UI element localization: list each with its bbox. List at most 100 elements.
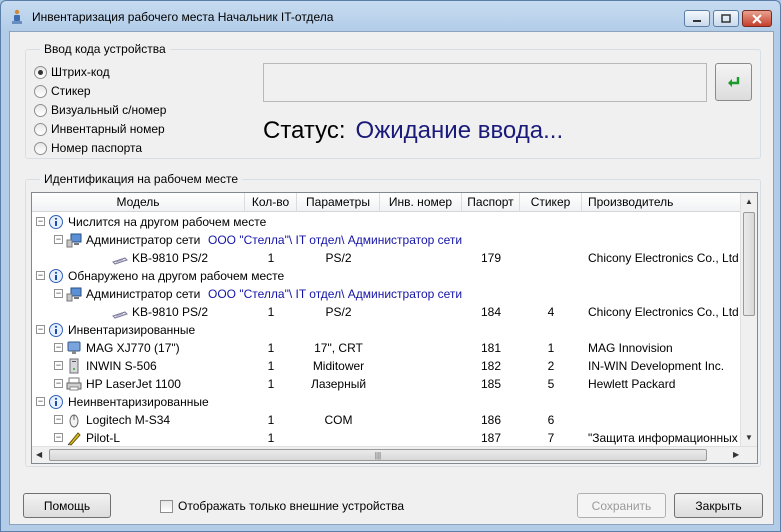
table-row[interactable]: KB-9810 PS/2 1 PS/2 184 4 Chicony Electronics…: [32, 303, 746, 321]
radio-indicator[interactable]: [34, 103, 47, 117]
tree-header: Модель Кол-во Параметры Инв. номер Паспо…: [32, 193, 746, 212]
cell-sticker: 2: [547, 359, 555, 373]
cell-vendor: "Защита информационных ...: [588, 431, 746, 445]
device-code-group: Ввод кода устройства Штрих-код Стикер Ви…: [25, 42, 761, 159]
cell-params: PS/2: [325, 251, 352, 265]
collapse-toggle-icon[interactable]: −: [54, 415, 63, 424]
status-label: Статус:: [263, 117, 346, 144]
col-header-inventory[interactable]: Инв. номер: [380, 193, 462, 212]
info-icon: [49, 215, 63, 229]
system-unit-icon: [69, 358, 79, 374]
col-header-model[interactable]: Модель: [32, 193, 245, 212]
tree-group-row[interactable]: − Обнаружено на другом рабочем месте: [32, 267, 746, 285]
horizontal-scroll-thumb[interactable]: |||: [49, 449, 707, 461]
collapse-toggle-icon[interactable]: −: [36, 325, 45, 334]
cell-passport: 179: [480, 251, 502, 265]
radio-indicator[interactable]: [34, 141, 47, 155]
title-bar[interactable]: Инвентаризация рабочего места Начальник …: [1, 1, 780, 31]
table-row[interactable]: − HP LaserJet 1100 1 Лазерный 185 5 Hewlett Pa…: [32, 375, 746, 393]
cell-workplace-path[interactable]: ООО "Стелла"\ IT отдел\ Администратор се…: [208, 233, 462, 247]
table-row[interactable]: − Pilot-L 1 187 7 "Защита информационных ...: [32, 429, 746, 447]
horizontal-scrollbar[interactable]: ◀ ||| ▶: [32, 446, 757, 463]
cell-qty: 1: [267, 377, 275, 391]
radio-indicator[interactable]: [34, 122, 47, 136]
collapse-toggle-icon[interactable]: −: [54, 361, 63, 370]
keyboard-icon: [112, 257, 128, 265]
status-line: Статус: Ожидание ввода...: [263, 117, 563, 145]
collapse-toggle-icon[interactable]: −: [36, 217, 45, 226]
scroll-up-icon[interactable]: ▲: [745, 197, 753, 206]
col-header-params[interactable]: Параметры: [297, 193, 380, 212]
monitor-icon: [67, 341, 81, 354]
cell-params: COM: [324, 413, 353, 427]
table-row[interactable]: KB-9810 PS/2 1 PS/2 179 Chicony Electronics …: [32, 249, 746, 267]
external-only-label: Отображать только внешние устройства: [178, 499, 404, 513]
vertical-scrollbar[interactable]: ▲ ▼: [740, 193, 757, 446]
collapse-toggle-icon[interactable]: −: [54, 289, 63, 298]
table-row[interactable]: − MAG XJ770 (17") 1 17", CRT 181 1 MAG Innovis…: [32, 339, 746, 357]
radio-inventory-number[interactable]: Инвентарный номер: [34, 122, 165, 136]
collapse-toggle-icon[interactable]: −: [54, 235, 63, 244]
scroll-left-icon[interactable]: ◀: [36, 450, 42, 459]
cell-model: Неинвентаризированные: [68, 395, 209, 409]
vertical-scroll-thumb[interactable]: [743, 212, 755, 316]
radio-indicator[interactable]: [34, 65, 47, 79]
tree-group-row[interactable]: − Инвентаризированные: [32, 321, 746, 339]
main-window: Инвентаризация рабочего места Начальник …: [0, 0, 781, 532]
external-only-checkbox[interactable]: Отображать только внешние устройства: [160, 499, 404, 513]
cell-model: INWIN S-506: [86, 359, 157, 373]
radio-passport-number[interactable]: Номер паспорта: [34, 141, 142, 155]
cell-sticker: 7: [547, 431, 555, 445]
tree-group-row[interactable]: − Неинвентаризированные: [32, 393, 746, 411]
code-input[interactable]: [263, 63, 707, 102]
cell-sticker: 1: [547, 341, 555, 355]
close-button[interactable]: Закрыть: [674, 493, 763, 518]
cell-passport: 181: [480, 341, 502, 355]
table-row[interactable]: − Администратор сети ООО "Стелла"\ IT отде…: [32, 285, 746, 303]
table-row[interactable]: − Администратор сети ООО "Стелла"\ IT отде…: [32, 231, 746, 249]
collapse-toggle-icon[interactable]: −: [36, 397, 45, 406]
minimize-button[interactable]: [684, 10, 710, 27]
close-window-button[interactable]: [742, 10, 772, 27]
collapse-toggle-icon[interactable]: −: [54, 343, 63, 352]
info-icon: [49, 269, 63, 283]
maximize-button[interactable]: [713, 10, 739, 27]
device-tree[interactable]: Модель Кол-во Параметры Инв. номер Паспо…: [31, 192, 758, 464]
app-icon: [12, 9, 22, 24]
table-row[interactable]: − INWIN S-506 1 Miditower 182 2 IN-WIN Develop…: [32, 357, 746, 375]
minimize-icon: [693, 19, 701, 22]
cell-vendor: Hewlett Packard: [588, 377, 676, 391]
col-header-qty[interactable]: Кол-во: [245, 193, 297, 212]
collapse-toggle-icon[interactable]: −: [36, 271, 45, 280]
cell-params: Лазерный: [310, 377, 367, 391]
scroll-down-icon[interactable]: ▼: [745, 433, 753, 442]
radio-visual-serial[interactable]: Визуальный с/номер: [34, 103, 166, 117]
cell-model: Обнаружено на другом рабочем месте: [68, 269, 285, 283]
tree-group-row[interactable]: − Числится на другом рабочем месте: [32, 213, 746, 231]
col-header-vendor[interactable]: Производитель: [582, 193, 742, 212]
save-button[interactable]: Сохранить: [577, 493, 666, 518]
cell-qty: 1: [267, 341, 275, 355]
cell-workplace-path[interactable]: ООО "Стелла"\ IT отдел\ Администратор се…: [208, 287, 462, 301]
checkbox-indicator[interactable]: [160, 499, 173, 513]
col-header-sticker[interactable]: Стикер: [520, 193, 582, 212]
radio-barcode[interactable]: Штрих-код: [34, 65, 110, 79]
scroll-right-icon[interactable]: ▶: [733, 450, 739, 459]
cell-qty: 1: [267, 413, 275, 427]
enter-code-button[interactable]: [715, 63, 752, 101]
cell-params: 17", CRT: [314, 341, 363, 355]
help-button[interactable]: Помощь: [23, 493, 111, 518]
printer-icon: [66, 377, 82, 391]
device-code-legend: Ввод кода устройства: [40, 42, 170, 56]
cell-model: Администратор сети: [86, 233, 201, 247]
cell-passport: 185: [480, 377, 502, 391]
mouse-icon: [69, 414, 79, 428]
workstation-icon: [66, 287, 82, 302]
radio-indicator[interactable]: [34, 84, 47, 98]
table-row[interactable]: − Logitech M-S34 1 COM 186 6: [32, 411, 746, 429]
radio-sticker[interactable]: Стикер: [34, 84, 91, 98]
cell-passport: 186: [480, 413, 502, 427]
collapse-toggle-icon[interactable]: −: [54, 433, 63, 442]
col-header-passport[interactable]: Паспорт: [462, 193, 520, 212]
collapse-toggle-icon[interactable]: −: [54, 379, 63, 388]
